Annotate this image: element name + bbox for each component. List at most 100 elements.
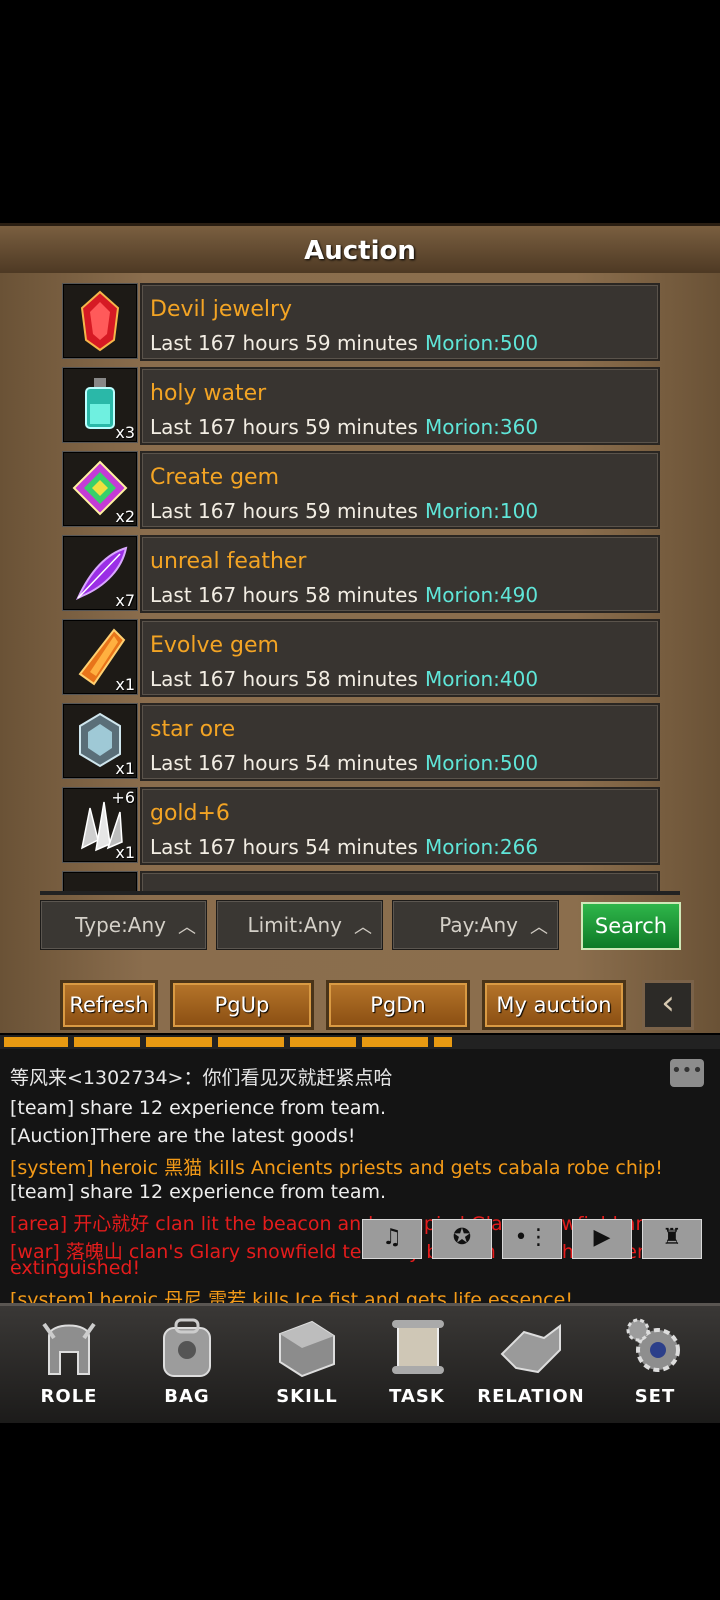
chat-header-message: 等风来<1302734>：你们看见灭就赶紧点哈 bbox=[10, 1067, 393, 1089]
auction-item-row[interactable]: x7 unreal feather Last 167 hours 58 minu… bbox=[60, 533, 660, 613]
auction-window: Auction Devil jewelry Last 167 hours 59 … bbox=[0, 223, 720, 1423]
chevron-up-icon: ︿ bbox=[354, 917, 372, 938]
nav-label: SET bbox=[634, 1386, 676, 1407]
item-icon-slot: x7 bbox=[62, 535, 138, 611]
chat-message: [team] share 12 experience from team. bbox=[10, 1097, 387, 1119]
item-price: Morion:100 bbox=[425, 499, 539, 523]
nav-relation[interactable]: RELATION bbox=[476, 1306, 586, 1423]
item-time-left: Last 167 hours 59 minutes bbox=[150, 331, 418, 355]
action-buttons: Refresh PgUp PgDn My auction ‹ bbox=[60, 980, 700, 1030]
item-time-left: Last 167 hours 54 minutes bbox=[150, 751, 418, 775]
chat-bubble-icon[interactable]: ••• bbox=[670, 1059, 704, 1087]
nav-set[interactable]: SET bbox=[600, 1306, 710, 1423]
item-icon-slot: x3 bbox=[62, 367, 138, 443]
item-time-left: Last 167 hours 59 minutes bbox=[150, 415, 418, 439]
xp-segment bbox=[218, 1037, 284, 1047]
nav-role[interactable]: ROLE bbox=[14, 1306, 124, 1423]
item-price: Morion:500 bbox=[425, 751, 539, 775]
item-icon-slot: x2 bbox=[62, 451, 138, 527]
filter-bar: Type:Any ︿ Limit:Any ︿ Pay:Any ︿ Search bbox=[40, 900, 681, 952]
item-price: Morion:500 bbox=[425, 331, 539, 355]
item-quantity: x2 bbox=[115, 507, 135, 526]
nav-label: SKILL bbox=[276, 1386, 338, 1407]
nav-label: RELATION bbox=[477, 1386, 585, 1407]
item-name: gold+6 bbox=[150, 801, 230, 826]
scroll-icon bbox=[392, 1320, 444, 1374]
gears-icon bbox=[626, 1318, 680, 1372]
nav-bag[interactable]: BAG bbox=[132, 1306, 242, 1423]
limit-filter-select[interactable]: Limit:Any ︿ bbox=[216, 900, 383, 950]
item-price: Morion:266 bbox=[425, 835, 539, 859]
helmet-icon bbox=[42, 1322, 96, 1375]
chevron-up-icon: ︿ bbox=[178, 917, 196, 938]
nav-label: ROLE bbox=[40, 1386, 98, 1407]
trophy-icon[interactable]: ♜ bbox=[642, 1219, 702, 1259]
item-name: Evolve gem bbox=[150, 633, 279, 658]
chat-message: extinguished! bbox=[10, 1257, 141, 1279]
xp-segment bbox=[290, 1037, 356, 1047]
search-button[interactable]: Search bbox=[581, 902, 681, 950]
xp-segment bbox=[362, 1037, 428, 1047]
compass-icon[interactable]: ✪ bbox=[432, 1219, 492, 1259]
item-quantity: x1 bbox=[115, 843, 135, 862]
title-bar: Auction bbox=[0, 223, 720, 279]
red-gem-icon bbox=[80, 290, 120, 352]
page-up-button[interactable]: PgUp bbox=[170, 980, 314, 1030]
item-icon-slot: +6 x1 bbox=[62, 787, 138, 863]
chat-panel[interactable]: 等风来<1302734>：你们看见灭就赶紧点哈 ••• [team] share… bbox=[0, 1049, 720, 1303]
nav-task[interactable]: TASK bbox=[362, 1306, 472, 1423]
item-info: holy water Last 167 hours 59 minutes Mor… bbox=[140, 367, 660, 445]
limit-filter-label: Limit:Any bbox=[247, 913, 342, 937]
item-name: unreal feather bbox=[150, 549, 307, 574]
bell-icon[interactable]: ♫ bbox=[362, 1219, 422, 1259]
item-info bbox=[140, 871, 660, 891]
page-down-button[interactable]: PgDn bbox=[326, 980, 470, 1030]
item-quantity: x3 bbox=[115, 423, 135, 442]
back-arrow-icon[interactable]: ‹ bbox=[642, 980, 694, 1030]
pay-filter-select[interactable]: Pay:Any ︿ bbox=[392, 900, 559, 950]
my-auction-button[interactable]: My auction bbox=[482, 980, 626, 1030]
auction-item-row[interactable]: x1 Evolve gem Last 167 hours 58 minutes … bbox=[60, 617, 660, 697]
xp-segment bbox=[434, 1037, 452, 1047]
item-info: Create gem Last 167 hours 59 minutes Mor… bbox=[140, 451, 660, 529]
item-time-left: Last 167 hours 58 minutes bbox=[150, 667, 418, 691]
auction-item-row[interactable]: x3 holy water Last 167 hours 59 minutes … bbox=[60, 365, 660, 445]
xp-segment bbox=[4, 1037, 68, 1047]
item-enhance-level: +6 bbox=[111, 788, 135, 807]
list-divider bbox=[40, 891, 680, 895]
type-filter-label: Type:Any bbox=[75, 913, 166, 937]
chat-message: [Auction]There are the latest goods! bbox=[10, 1125, 356, 1147]
nav-label: TASK bbox=[389, 1386, 445, 1407]
auction-item-row[interactable]: Devil jewelry Last 167 hours 59 minutes … bbox=[60, 281, 660, 361]
auction-item-row-partial[interactable] bbox=[60, 869, 660, 891]
item-info: Devil jewelry Last 167 hours 59 minutes … bbox=[140, 283, 660, 361]
refresh-button[interactable]: Refresh bbox=[60, 980, 158, 1030]
xp-segment bbox=[74, 1037, 140, 1047]
pay-filter-label: Pay:Any bbox=[439, 913, 518, 937]
item-price: Morion:360 bbox=[425, 415, 539, 439]
item-quantity: x7 bbox=[115, 591, 135, 610]
item-price: Morion:400 bbox=[425, 667, 539, 691]
item-info: gold+6 Last 167 hours 54 minutes Morion:… bbox=[140, 787, 660, 865]
window-title: Auction bbox=[304, 236, 416, 266]
type-filter-select[interactable]: Type:Any ︿ bbox=[40, 900, 207, 950]
item-name: Create gem bbox=[150, 465, 280, 490]
auction-item-row[interactable]: +6 x1 gold+6 Last 167 hours 54 minutes M… bbox=[60, 785, 660, 865]
auction-item-row[interactable]: x1 star ore Last 167 hours 54 minutes Mo… bbox=[60, 701, 660, 781]
item-info: Evolve gem Last 167 hours 58 minutes Mor… bbox=[140, 619, 660, 697]
auction-item-row[interactable]: x2 Create gem Last 167 hours 59 minutes … bbox=[60, 449, 660, 529]
item-icon-slot: x1 bbox=[62, 619, 138, 695]
dots-menu-icon[interactable]: •⋮ bbox=[502, 1219, 562, 1259]
item-name: star ore bbox=[150, 717, 236, 742]
chevron-up-icon: ︿ bbox=[530, 917, 548, 938]
chat-message: [system] heroic 丹尼 雷若 kills Ice fist and… bbox=[10, 1289, 573, 1303]
item-info: star ore Last 167 hours 54 minutes Morio… bbox=[140, 703, 660, 781]
handshake-icon bbox=[500, 1324, 561, 1374]
auction-list[interactable]: Devil jewelry Last 167 hours 59 minutes … bbox=[60, 281, 660, 891]
item-info: unreal feather Last 167 hours 58 minutes… bbox=[140, 535, 660, 613]
bottom-navigation: ROLE BAG SKILL TASK RELATION SET bbox=[0, 1303, 720, 1423]
play-icon[interactable]: ▶ bbox=[572, 1219, 632, 1259]
nav-skill[interactable]: SKILL bbox=[252, 1306, 362, 1423]
item-quantity: x1 bbox=[115, 675, 135, 694]
item-price: Morion:490 bbox=[425, 583, 539, 607]
